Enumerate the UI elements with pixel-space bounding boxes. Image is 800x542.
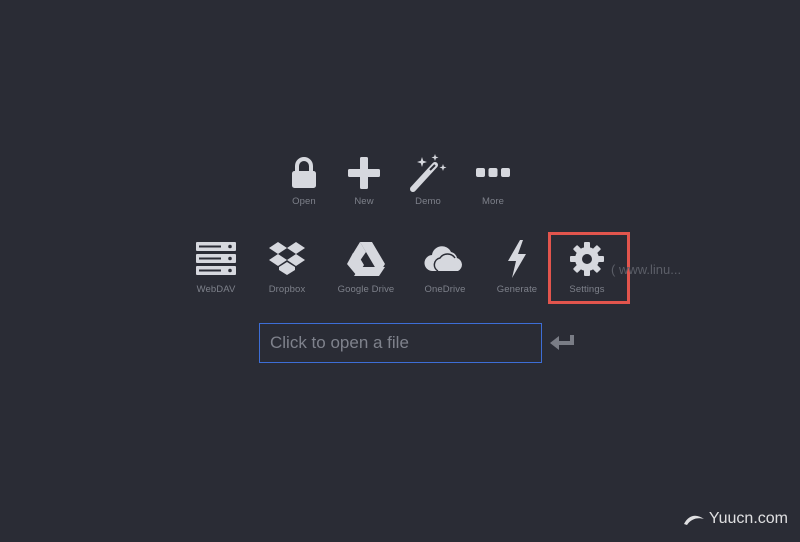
more-button[interactable]: More <box>471 154 515 207</box>
webdav-button[interactable]: WebDAV <box>190 238 242 295</box>
demo-label: Demo <box>415 196 441 207</box>
watermark-text: Yuucn.com <box>708 510 788 527</box>
generate-label: Generate <box>496 284 538 295</box>
open-button[interactable]: Open <box>284 154 324 207</box>
dropbox-icon <box>268 238 306 280</box>
dropbox-label: Dropbox <box>268 284 306 295</box>
new-button[interactable]: New <box>344 154 384 207</box>
generate-button[interactable]: Generate <box>492 238 542 295</box>
watermark-logo-icon <box>683 512 705 526</box>
side-hint-text: ( www.linu... <box>611 262 682 277</box>
open-label: Open <box>292 196 316 207</box>
server-icon <box>196 238 236 280</box>
google-drive-icon <box>346 238 386 280</box>
google-drive-label: Google Drive <box>337 284 395 295</box>
lightning-icon <box>506 238 528 280</box>
dropbox-button[interactable]: Dropbox <box>262 238 312 295</box>
demo-button[interactable]: Demo <box>403 154 453 207</box>
watermark: Yuucn.com <box>683 510 788 528</box>
more-label: More <box>481 196 505 207</box>
lock-icon <box>290 154 318 192</box>
onedrive-label: OneDrive <box>424 284 466 295</box>
new-label: New <box>354 196 374 207</box>
open-file-input[interactable] <box>259 323 542 363</box>
ellipsis-icon <box>476 154 510 192</box>
magic-wand-icon <box>408 154 448 192</box>
enter-icon[interactable] <box>550 334 576 357</box>
onedrive-button[interactable]: OneDrive <box>418 238 472 295</box>
google-drive-button[interactable]: Google Drive <box>332 238 400 295</box>
plus-icon <box>348 154 380 192</box>
webdav-label: WebDAV <box>196 284 236 295</box>
cloud-icon <box>424 238 466 280</box>
